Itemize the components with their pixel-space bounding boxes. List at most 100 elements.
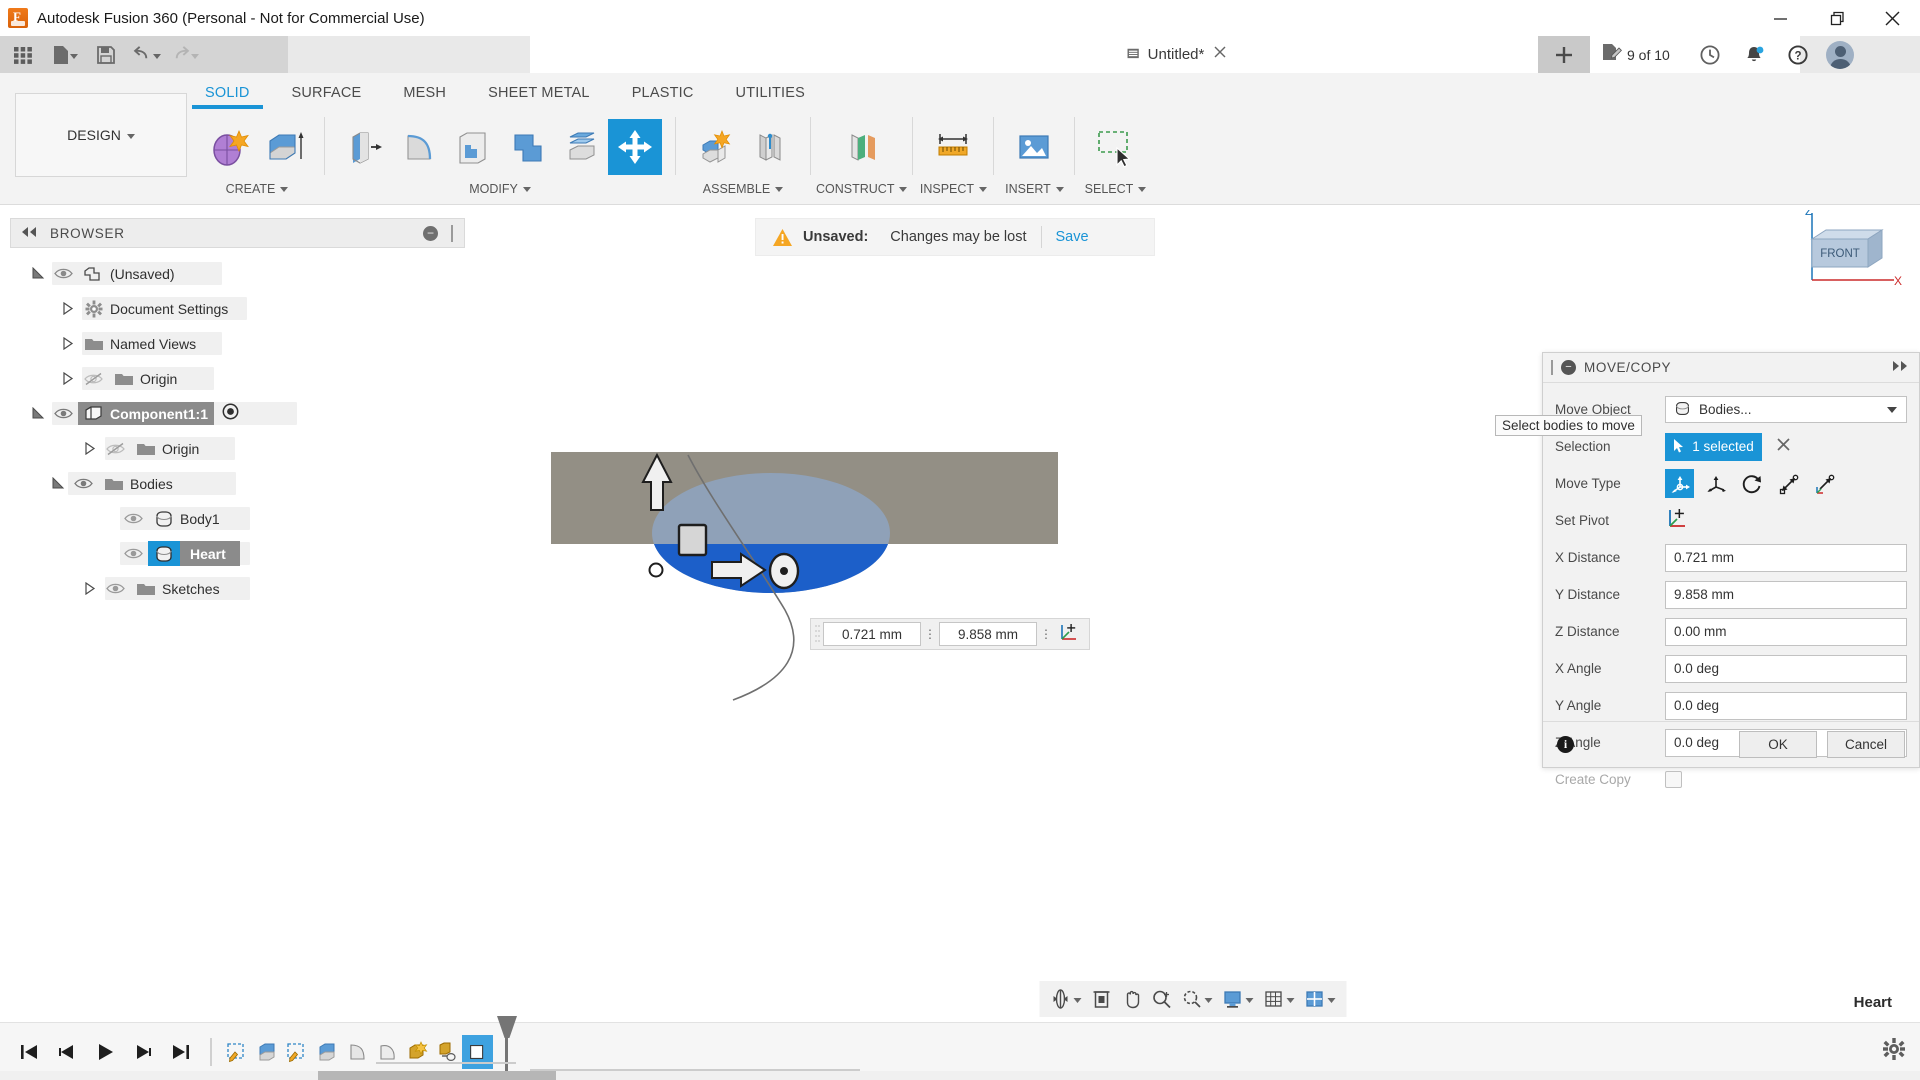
display-settings-icon[interactable]: [1218, 984, 1257, 1014]
timeline-feature-extrude-2[interactable]: [312, 1035, 341, 1069]
offset-face-icon[interactable]: [554, 119, 608, 175]
close-button[interactable]: [1864, 0, 1920, 36]
panel-assemble-label[interactable]: ASSEMBLE: [703, 182, 783, 196]
z-distance-input[interactable]: 0.00 mm: [1665, 618, 1907, 646]
browser-grip[interactable]: [451, 225, 453, 242]
tree-item-heart[interactable]: Heart: [10, 536, 465, 571]
tab-mesh[interactable]: MESH: [403, 79, 446, 109]
timeline-marker[interactable]: [494, 1032, 524, 1072]
expand-right-icon[interactable]: [1892, 361, 1909, 374]
twisty-open-icon[interactable]: [28, 407, 48, 420]
workspace-switcher[interactable]: DESIGN: [15, 93, 187, 177]
set-pivot-icon[interactable]: [1665, 506, 1689, 535]
go-to-start-icon[interactable]: [10, 1042, 48, 1062]
chevron-down-icon[interactable]: [1245, 998, 1253, 1003]
y-distance-input[interactable]: 9.858 mm: [1665, 581, 1907, 609]
dialog-grip[interactable]: [1551, 360, 1553, 375]
help-icon[interactable]: ?: [1776, 36, 1820, 73]
visibility-eye-icon[interactable]: [118, 512, 148, 525]
step-back-icon[interactable]: [48, 1042, 86, 1062]
tab-sheet-metal[interactable]: SHEET METAL: [488, 79, 590, 109]
twisty-closed-icon[interactable]: [58, 372, 78, 385]
panel-select-label[interactable]: SELECT: [1085, 182, 1147, 196]
move-type-rotate[interactable]: [1737, 469, 1766, 498]
scrollbar-thumb[interactable]: [318, 1071, 556, 1080]
close-document-tab-button[interactable]: [1210, 45, 1230, 65]
x-input-options-icon[interactable]: ⋮: [923, 629, 937, 639]
move-type-translate-axis[interactable]: [1701, 469, 1730, 498]
twisty-closed-icon[interactable]: [80, 442, 100, 455]
info-icon[interactable]: i: [1557, 736, 1574, 753]
chevron-down-icon[interactable]: [70, 54, 78, 59]
tab-solid[interactable]: SOLID: [205, 79, 250, 109]
minus-circle-icon[interactable]: −: [423, 226, 438, 241]
clear-selection-icon[interactable]: [1776, 437, 1791, 457]
fillet-icon[interactable]: [392, 119, 446, 175]
combine-icon[interactable]: [500, 119, 554, 175]
canvas-y-distance-input[interactable]: 9.858 mm: [939, 622, 1037, 646]
horizontal-scrollbar[interactable]: [0, 1071, 1920, 1080]
chevron-down-icon[interactable]: [1327, 998, 1335, 1003]
drag-grip-icon[interactable]: [814, 623, 821, 645]
timeline-feature-sketch-2[interactable]: [282, 1035, 311, 1069]
twisty-closed-icon[interactable]: [80, 582, 100, 595]
extrude-icon[interactable]: [257, 119, 311, 175]
maximize-button[interactable]: [1808, 0, 1864, 36]
minimize-button[interactable]: [1752, 0, 1808, 36]
clock-icon[interactable]: [1688, 36, 1732, 73]
visibility-eye-icon[interactable]: [68, 477, 98, 490]
save-icon[interactable]: [84, 36, 128, 73]
ok-button[interactable]: OK: [1739, 731, 1817, 758]
view-cube[interactable]: Z X FRONT: [1772, 210, 1902, 315]
new-document-tab-button[interactable]: [1538, 36, 1590, 73]
viewports-icon[interactable]: [1300, 984, 1339, 1014]
y-angle-input[interactable]: 0.0 deg: [1665, 692, 1907, 720]
insert-image-icon[interactable]: [1007, 119, 1061, 175]
tree-item-body1[interactable]: Body1: [10, 501, 465, 536]
offset-plane-icon[interactable]: [835, 119, 889, 175]
play-icon[interactable]: [86, 1042, 124, 1062]
chevron-down-icon[interactable]: [191, 54, 199, 59]
bell-icon[interactable]: [1732, 36, 1776, 73]
pan-hand-icon[interactable]: [1117, 984, 1145, 1014]
move-type-translate-xyz[interactable]: [1665, 469, 1694, 498]
dialog-header[interactable]: − MOVE/COPY: [1543, 353, 1919, 383]
move-type-point-to-position[interactable]: [1809, 469, 1838, 498]
joint-icon[interactable]: [743, 119, 797, 175]
chevron-down-icon[interactable]: [153, 54, 161, 59]
tab-plastic[interactable]: PLASTIC: [632, 79, 694, 109]
orbit-icon[interactable]: [1046, 984, 1085, 1014]
chevron-down-icon[interactable]: [1204, 998, 1212, 1003]
tree-item-bodies[interactable]: Bodies: [10, 466, 465, 501]
model-disc-highlight[interactable]: [652, 473, 890, 593]
undo-icon[interactable]: [128, 36, 166, 73]
tree-item-origin-document[interactable]: Origin: [10, 361, 465, 396]
twisty-open-icon[interactable]: [48, 477, 68, 490]
x-angle-input[interactable]: 0.0 deg: [1665, 655, 1907, 683]
panel-inspect-label[interactable]: INSPECT: [920, 182, 987, 196]
tree-item-unsaved[interactable]: (Unsaved): [10, 256, 465, 291]
create-sketch-icon[interactable]: [203, 119, 257, 175]
timeline-feature-sketch-1[interactable]: [222, 1035, 251, 1069]
panel-construct-label[interactable]: CONSTRUCT: [816, 182, 907, 196]
zoom-window-icon[interactable]: [1177, 984, 1216, 1014]
twisty-closed-icon[interactable]: [58, 337, 78, 350]
canvas-x-distance-input[interactable]: 0.721 mm: [823, 622, 921, 646]
twisty-open-icon[interactable]: [28, 267, 48, 280]
save-link[interactable]: Save: [1056, 229, 1089, 245]
panel-modify-label[interactable]: MODIFY: [469, 182, 531, 196]
look-at-icon[interactable]: [1087, 984, 1115, 1014]
go-to-end-icon[interactable]: [162, 1042, 200, 1062]
step-forward-icon[interactable]: [124, 1042, 162, 1062]
minus-circle-icon[interactable]: −: [1561, 360, 1576, 375]
timeline-feature-extrude-1[interactable]: [252, 1035, 281, 1069]
tab-utilities[interactable]: UTILITIES: [736, 79, 805, 109]
zoom-icon[interactable]: [1147, 984, 1175, 1014]
chevron-down-icon[interactable]: [1887, 407, 1897, 413]
chevron-down-icon[interactable]: [1286, 998, 1294, 1003]
cancel-button[interactable]: Cancel: [1827, 731, 1905, 758]
panel-insert-label[interactable]: INSERT: [1005, 182, 1064, 196]
tree-item-sketches[interactable]: Sketches: [10, 571, 465, 606]
visibility-eye-icon[interactable]: [118, 547, 148, 560]
tree-item-named-views[interactable]: Named Views: [10, 326, 465, 361]
